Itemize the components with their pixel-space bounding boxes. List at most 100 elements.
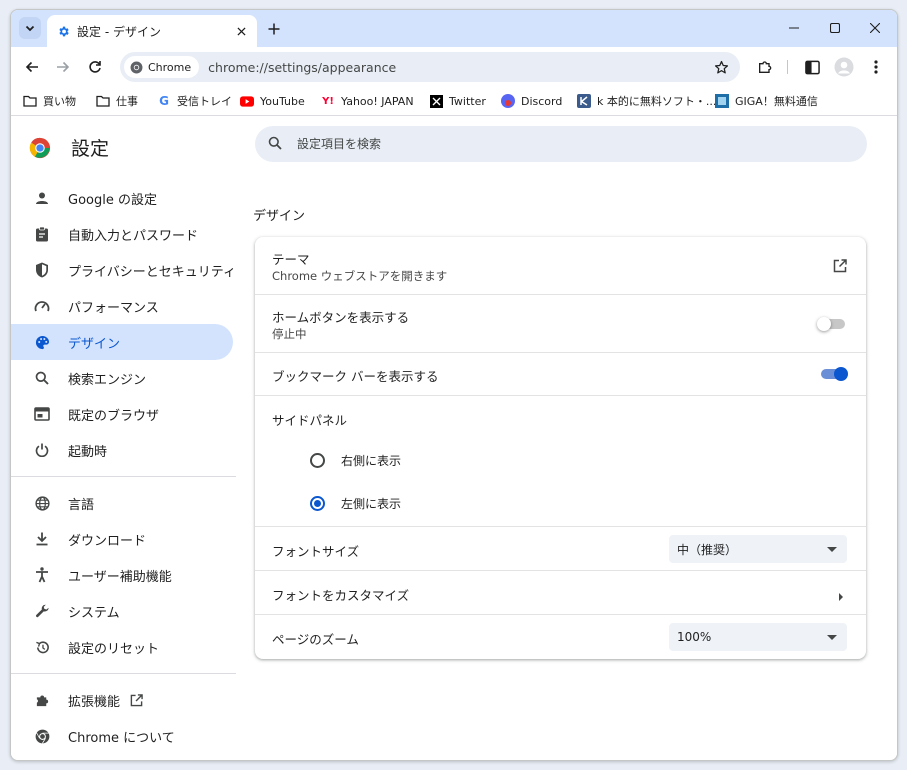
reload-button[interactable]	[83, 55, 107, 79]
sidebar-item-label: ユーザー補助機能	[68, 569, 172, 585]
maximize-icon	[829, 22, 840, 33]
close-icon	[869, 22, 880, 33]
sidebar-item-google[interactable]: Google の設定	[11, 180, 236, 216]
chip-label: Chrome	[148, 60, 192, 74]
radio-label: 左側に表示	[341, 497, 402, 511]
toolbar: Chrome chrome://settings/appearance	[11, 47, 897, 87]
chevron-right-icon	[838, 587, 844, 606]
k-icon	[577, 94, 591, 108]
sidebar-item-label: 既定のブラウザ	[68, 408, 160, 424]
forward-button[interactable]	[51, 55, 75, 79]
back-button[interactable]	[20, 55, 44, 79]
customize-fonts-row[interactable]: フォントをカスタマイズ	[255, 570, 866, 615]
sidebar-item-privacy[interactable]: プライバシーとセキュリティ	[11, 252, 236, 288]
font-size-select[interactable]: 中（推奨）	[669, 535, 847, 563]
folder-icon	[96, 94, 110, 108]
bookmark-bar-row[interactable]: ブックマーク バーを表示する	[255, 352, 866, 396]
browser-window: 設定 - デザイン Chrome chrome://settings/appea…	[10, 9, 898, 761]
bookmark-k-soft[interactable]: k 本的に無料ソフト・...	[577, 92, 716, 110]
tab-strip: 設定 - デザイン	[11, 10, 897, 47]
dropdown-arrow-icon	[827, 546, 837, 552]
search-icon	[33, 369, 51, 387]
theme-row[interactable]: テーマ Chrome ウェブストアを開きます	[255, 237, 866, 294]
bookmark-folder-work[interactable]: 仕事	[96, 92, 138, 110]
maximize-button[interactable]	[812, 10, 857, 45]
bookmark-yahoo[interactable]: Y! Yahoo! JAPAN	[321, 92, 414, 110]
sidebar-item-on-startup[interactable]: 起動時	[11, 432, 236, 468]
settings-search[interactable]	[255, 126, 867, 162]
page-title: 設定	[71, 138, 110, 160]
close-window-button[interactable]	[852, 10, 897, 45]
bookmark-folder-shopping[interactable]: 買い物	[23, 92, 76, 110]
palette-icon	[33, 333, 51, 351]
settings-header: 設定	[29, 134, 109, 161]
chrome-logo-icon	[130, 61, 143, 73]
sidebar-item-extensions[interactable]: 拡張機能	[11, 682, 236, 718]
sidebar-item-appearance[interactable]: デザイン	[11, 324, 233, 360]
bookmark-bar-toggle[interactable]	[819, 364, 849, 384]
bookmark-label: 仕事	[116, 95, 138, 108]
sidebar-divider	[11, 476, 236, 477]
side-panel-button[interactable]	[800, 55, 824, 79]
radio-button[interactable]	[310, 453, 325, 468]
sidebar-item-autofill[interactable]: 自動入力とパスワード	[11, 216, 236, 252]
open-in-new-icon[interactable]	[833, 258, 847, 277]
sidebar-item-label: 拡張機能	[68, 694, 121, 710]
bookmark-label: Yahoo! JAPAN	[341, 94, 414, 108]
accessibility-icon	[33, 566, 51, 584]
sidebar-item-downloads[interactable]: ダウンロード	[11, 521, 236, 557]
sidebar-divider	[11, 673, 236, 674]
dropdown-arrow-icon	[827, 634, 837, 640]
home-button-sublabel: 停止中	[272, 327, 307, 341]
browser-icon	[33, 405, 51, 423]
url-text[interactable]: chrome://settings/appearance	[208, 60, 710, 75]
bookmark-label: Twitter	[449, 94, 486, 108]
extensions-button[interactable]	[753, 55, 777, 79]
site-info-chip[interactable]: Chrome	[124, 56, 200, 78]
minimize-icon	[788, 26, 799, 29]
radio-left-side[interactable]: 左側に表示	[310, 495, 401, 512]
bookmark-youtube[interactable]: YouTube	[240, 92, 305, 110]
radio-right-side[interactable]: 右側に表示	[310, 452, 401, 469]
sidebar-item-performance[interactable]: パフォーマンス	[11, 288, 236, 324]
page-zoom-value: 100%	[677, 630, 712, 644]
radio-button-selected[interactable]	[310, 496, 325, 511]
sidebar-item-reset[interactable]: 設定のリセット	[11, 629, 236, 665]
download-icon	[33, 530, 51, 548]
bookmark-bar-label: ブックマーク バーを表示する	[272, 369, 439, 384]
sidebar-item-label: 設定のリセット	[68, 641, 160, 657]
font-size-value: 中（推奨）	[677, 542, 738, 557]
minimize-button[interactable]	[771, 10, 816, 45]
bookmark-inbox[interactable]: G 受信トレイ	[157, 92, 232, 110]
bookmark-label: GIGA！無料通信	[735, 95, 818, 108]
speedometer-icon	[33, 297, 51, 315]
omnibox[interactable]: Chrome chrome://settings/appearance	[120, 52, 740, 82]
bookmark-discord[interactable]: Discord	[501, 92, 562, 110]
new-tab-button[interactable]	[265, 20, 283, 38]
sidebar-item-search-engine[interactable]: 検索エンジン	[11, 360, 236, 396]
sidebar-item-label: 起動時	[68, 444, 108, 460]
profile-button[interactable]	[832, 55, 856, 79]
more-vert-icon	[874, 60, 878, 74]
bookmark-star-icon[interactable]	[710, 56, 732, 78]
sidebar-item-languages[interactable]: 言語	[11, 485, 236, 521]
home-button-row[interactable]: ホームボタンを表示する 停止中	[255, 294, 866, 353]
sidebar-item-system[interactable]: システム	[11, 593, 236, 629]
sidebar-item-label: ダウンロード	[68, 533, 147, 549]
close-tab-icon[interactable]	[233, 23, 249, 39]
search-input[interactable]	[295, 136, 799, 152]
reset-icon	[33, 638, 51, 656]
bookmark-label: YouTube	[260, 94, 305, 108]
sidebar-item-accessibility[interactable]: ユーザー補助機能	[11, 557, 236, 593]
menu-button[interactable]	[864, 55, 888, 79]
sidebar-item-label: 言語	[68, 497, 95, 513]
home-button-toggle[interactable]	[817, 314, 847, 334]
tab-search-button[interactable]	[19, 17, 41, 39]
bookmark-twitter[interactable]: Twitter	[429, 92, 486, 110]
sidebar-item-default-browser[interactable]: 既定のブラウザ	[11, 396, 236, 432]
sidebar-item-about[interactable]: Chrome について	[11, 718, 236, 754]
bookmark-giga[interactable]: GIGA！無料通信	[715, 92, 818, 110]
page-zoom-select[interactable]: 100%	[669, 623, 847, 651]
tab-settings[interactable]: 設定 - デザイン	[47, 15, 257, 47]
youtube-icon	[240, 94, 254, 108]
